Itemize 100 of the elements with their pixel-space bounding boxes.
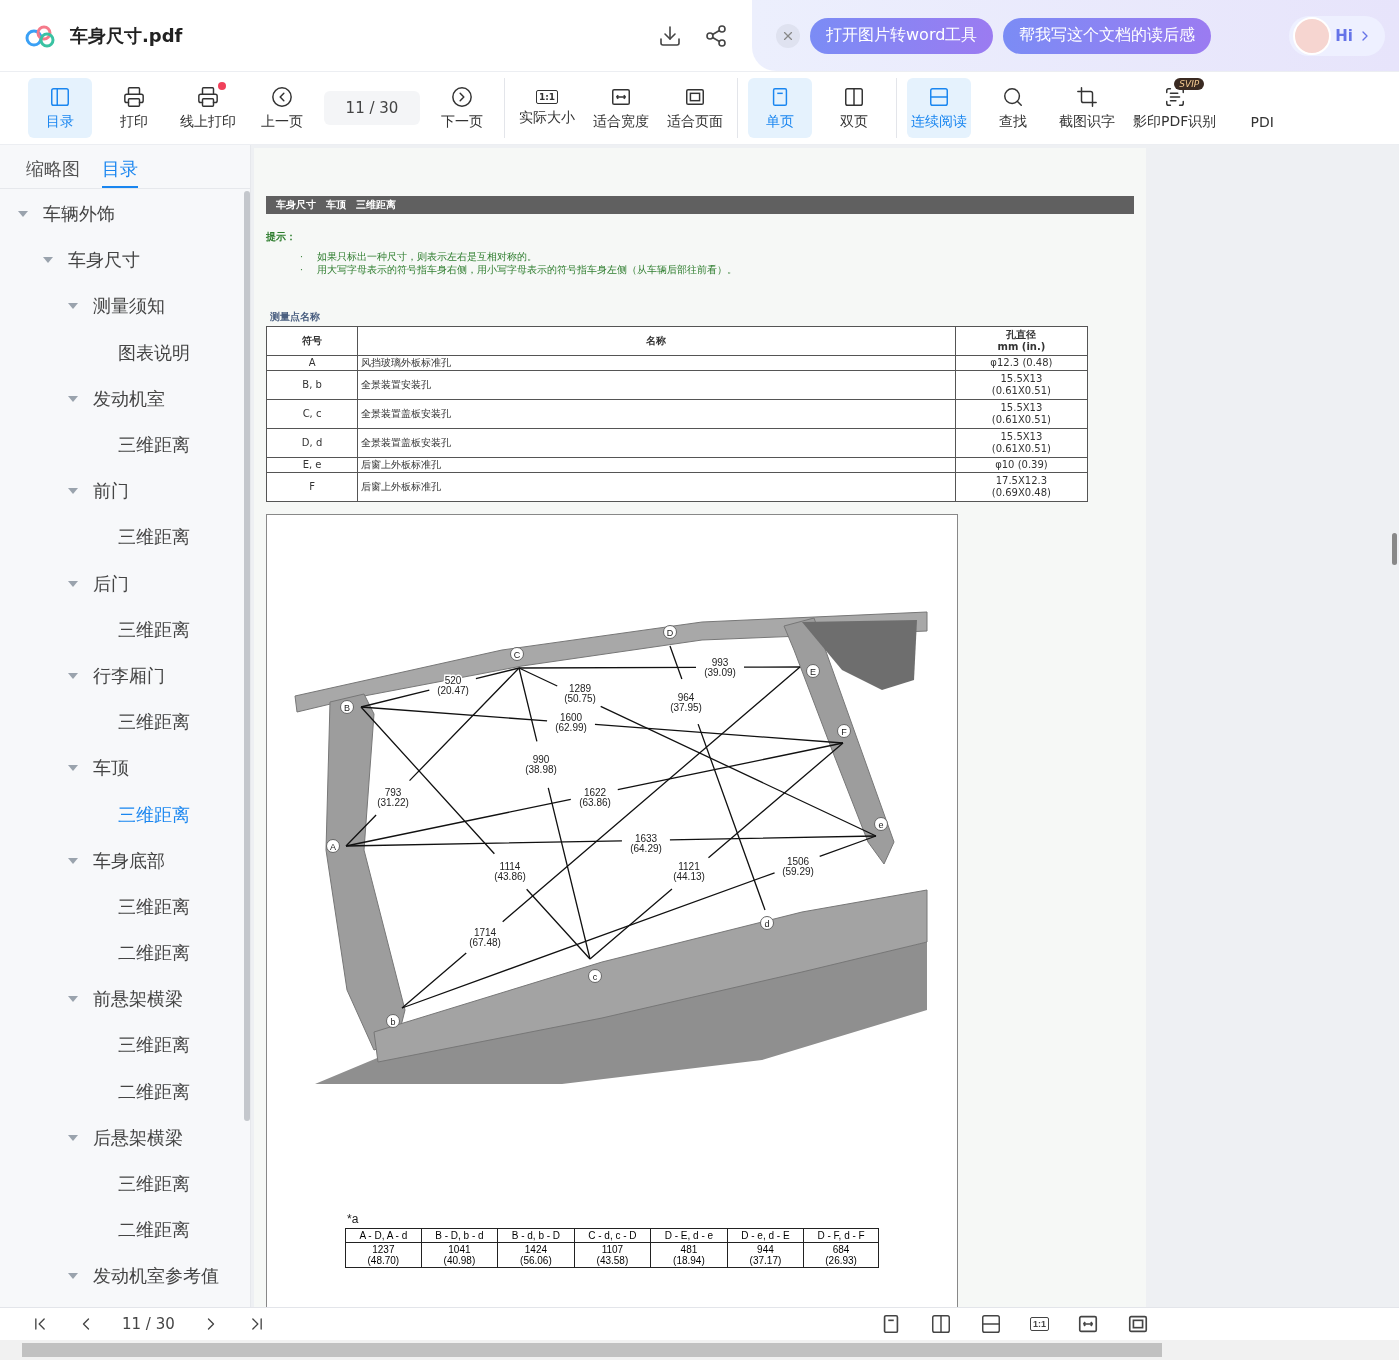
- outline-item[interactable]: 前悬架横梁: [93, 987, 183, 1012]
- outline-item[interactable]: 行李厢门: [93, 663, 165, 688]
- outline-item[interactable]: 三维距离: [118, 433, 190, 458]
- outline-item[interactable]: 二维距离: [118, 1079, 190, 1104]
- caret-icon[interactable]: [68, 580, 78, 587]
- toolbar-button[interactable]: 适合页面: [663, 78, 727, 138]
- fit-width-button[interactable]: [1077, 1313, 1099, 1335]
- dimension-label: 793 (31.22): [377, 787, 409, 808]
- two-columns-button[interactable]: [930, 1313, 952, 1335]
- toolbar-button[interactable]: 线上打印: [176, 78, 240, 138]
- outline-item[interactable]: 测量须知: [93, 294, 165, 319]
- toolbar-button[interactable]: 打印: [102, 78, 166, 138]
- caret-icon[interactable]: [68, 996, 78, 1003]
- sidebar-tab[interactable]: 缩略图: [26, 157, 80, 188]
- table-cell: 15.5X13 (0.61X0.51): [955, 370, 1088, 400]
- outline-item[interactable]: 车顶: [93, 756, 129, 781]
- outline-item[interactable]: 发动机室: [93, 386, 165, 411]
- two-rows-icon: [928, 85, 950, 108]
- sidebar-panel-icon: [49, 85, 71, 108]
- dimension-label: 990 (38.98): [525, 754, 557, 775]
- dimension-label: 1114 (43.86): [494, 861, 526, 882]
- toolbar-button[interactable]: PDI: [1230, 78, 1295, 138]
- caret-icon[interactable]: [68, 488, 78, 495]
- dimension-label: 520 (20.47): [437, 675, 469, 696]
- outline-item[interactable]: 车辆外饰: [43, 202, 115, 227]
- outline-item[interactable]: 三维距离: [118, 1172, 190, 1197]
- column-header: 孔直径 mm (in.): [955, 326, 1088, 356]
- page-number-field[interactable]: 11 / 30: [324, 91, 420, 125]
- caret-icon[interactable]: [68, 303, 78, 310]
- caret-icon[interactable]: [68, 1134, 78, 1141]
- caret-icon[interactable]: [68, 1273, 78, 1280]
- bullet: ·: [300, 263, 304, 276]
- two-columns-icon: [843, 85, 865, 108]
- outline-item[interactable]: 图表说明: [118, 340, 190, 365]
- caret-icon[interactable]: [68, 395, 78, 402]
- toolbar-button[interactable]: 双页: [822, 78, 886, 138]
- scan-text-icon: [1163, 85, 1186, 108]
- scrollbar-thumb[interactable]: [22, 1343, 1162, 1357]
- table-cell: B, b: [266, 370, 358, 400]
- scrollbar-thumb[interactable]: [1392, 533, 1397, 565]
- outline-item[interactable]: 二维距离: [118, 1218, 190, 1243]
- fit-page-button[interactable]: [1127, 1313, 1149, 1335]
- sidebar-tab[interactable]: 目录: [102, 157, 138, 188]
- toolbar-button[interactable]: 下一页: [430, 78, 494, 138]
- share-icon[interactable]: [704, 23, 728, 48]
- table-cell: B - d, b - D: [497, 1228, 575, 1243]
- toolbar-button[interactable]: 上一页: [250, 78, 314, 138]
- outline-item[interactable]: 后门: [93, 571, 129, 596]
- table-cell: 1237 (48.70): [345, 1242, 422, 1268]
- scrollbar-thumb[interactable]: [244, 191, 250, 1121]
- toolbar-button[interactable]: 1:1 实际大小: [515, 78, 579, 138]
- caret-icon[interactable]: [68, 765, 78, 772]
- table-cell: 风挡玻璃外板标准孔: [357, 355, 956, 371]
- outline-item[interactable]: 二维距离: [118, 941, 190, 966]
- hint-text: 如果只标出一种尺寸，则表示左右是互相对称的。: [317, 250, 538, 263]
- section-header-bar: 车身尺寸 车顶 三维距离: [266, 196, 1134, 214]
- actual-size-icon: 1:1: [535, 89, 559, 104]
- outline-item[interactable]: 三维距离: [118, 894, 190, 919]
- table-cell: 全景装置盖板安装孔: [357, 399, 956, 429]
- outline-item[interactable]: 三维距离: [118, 1033, 190, 1058]
- table-cell: 481 (18.94): [650, 1242, 728, 1268]
- outline-item[interactable]: 三维距离: [118, 617, 190, 642]
- caret-icon[interactable]: [68, 857, 78, 864]
- toolbar-button[interactable]: 截图识字: [1055, 78, 1119, 138]
- column-header: 名称: [357, 326, 956, 356]
- two-rows-button[interactable]: [980, 1313, 1002, 1335]
- caret-icon[interactable]: [43, 257, 53, 264]
- toolbar-button[interactable]: 查找: [981, 78, 1045, 138]
- outline-item[interactable]: 三维距离: [118, 802, 190, 827]
- column-header: 符号: [266, 326, 358, 356]
- outline-item[interactable]: 后悬架横梁: [93, 1125, 183, 1150]
- printer-icon: [197, 85, 219, 108]
- dimension-label: 1289 (50.75): [564, 683, 596, 704]
- outline-item[interactable]: 前门: [93, 479, 129, 504]
- crop-icon: [1076, 85, 1098, 108]
- table-cell: D, d: [266, 428, 358, 458]
- outline-item[interactable]: 车身底部: [93, 848, 165, 873]
- dimension-label: 1121 (44.13): [673, 861, 705, 882]
- table-cell: D - F, d - F: [803, 1228, 879, 1243]
- caret-icon[interactable]: [68, 672, 78, 679]
- outline-item[interactable]: 三维距离: [118, 710, 190, 735]
- printer-icon: [123, 85, 145, 108]
- outline-item[interactable]: 车身尺寸: [68, 248, 140, 273]
- table-cell: E, e: [266, 457, 358, 473]
- table-cell: 全景装置盖板安装孔: [357, 428, 956, 458]
- close-button[interactable]: [776, 23, 800, 48]
- toolbar-button[interactable]: SVIP 影印PDF识别: [1129, 78, 1221, 138]
- table-cell: A - D, A - d: [345, 1228, 422, 1243]
- point-marker: d: [760, 916, 774, 930]
- hint-title: 提示：: [266, 230, 297, 244]
- download-icon[interactable]: [658, 23, 682, 48]
- outline-item[interactable]: 发动机室参考值: [93, 1264, 219, 1289]
- table-cell: φ10 (0.39): [955, 457, 1088, 473]
- outline-item[interactable]: 三维距离: [118, 525, 190, 550]
- assistant-button[interactable]: Hi: [1289, 15, 1385, 56]
- table-cell: 全景装置安装孔: [357, 370, 956, 400]
- actual-size-button[interactable]: 1:1: [1030, 1317, 1049, 1331]
- toolbar-button[interactable]: 适合宽度: [589, 78, 653, 138]
- document-title: 车身尺寸.pdf: [70, 23, 184, 48]
- caret-icon[interactable]: [18, 211, 28, 218]
